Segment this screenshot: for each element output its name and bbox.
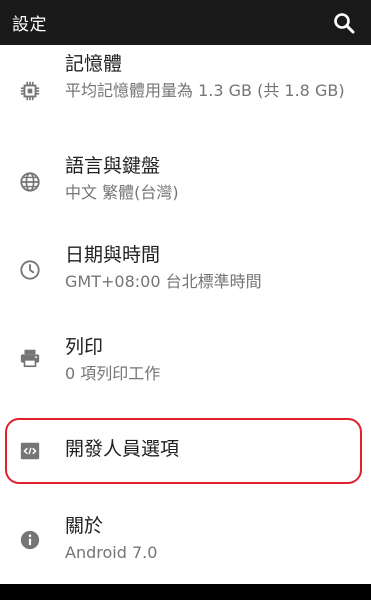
app-bar: 設定: [0, 0, 371, 45]
search-button[interactable]: [331, 10, 357, 36]
item-title: 列印: [65, 336, 104, 358]
memory-icon: [18, 79, 42, 103]
item-title: 日期與時間: [65, 244, 161, 266]
item-title: 開發人員選項: [65, 438, 180, 460]
item-summary: 0 項列印工作: [65, 364, 161, 383]
settings-item-language-keyboard[interactable]: 語言與鍵盤 中文 繁體(台灣): [0, 140, 371, 224]
globe-icon: [18, 170, 42, 194]
item-summary: 中文 繁體(台灣): [65, 183, 179, 202]
info-icon: [18, 528, 42, 552]
page-title: 設定: [12, 15, 47, 35]
item-summary: Android 7.0: [65, 543, 158, 562]
clock-icon: [18, 258, 42, 282]
settings-item-about[interactable]: 關於 Android 7.0: [0, 502, 371, 582]
item-title: 關於: [65, 515, 104, 537]
search-icon: [334, 13, 355, 34]
printer-icon: [18, 346, 42, 370]
settings-item-developer-options[interactable]: 開發人員選項: [0, 418, 371, 484]
system-nav-bar: [0, 584, 371, 600]
item-summary: GMT+08:00 台北標準時間: [65, 272, 262, 291]
item-title: 記憶體: [65, 53, 123, 75]
settings-item-memory[interactable]: 記憶體 平均記憶體用量為 1.3 GB (共 1.8 GB): [0, 45, 371, 138]
settings-item-printing[interactable]: 列印 0 項列印工作: [0, 315, 371, 399]
item-title: 語言與鍵盤: [65, 155, 161, 177]
settings-item-date-time[interactable]: 日期與時間 GMT+08:00 台北標準時間: [0, 226, 371, 310]
developer-code-icon: [18, 439, 42, 463]
item-summary: 平均記憶體用量為 1.3 GB (共 1.8 GB): [65, 81, 345, 100]
